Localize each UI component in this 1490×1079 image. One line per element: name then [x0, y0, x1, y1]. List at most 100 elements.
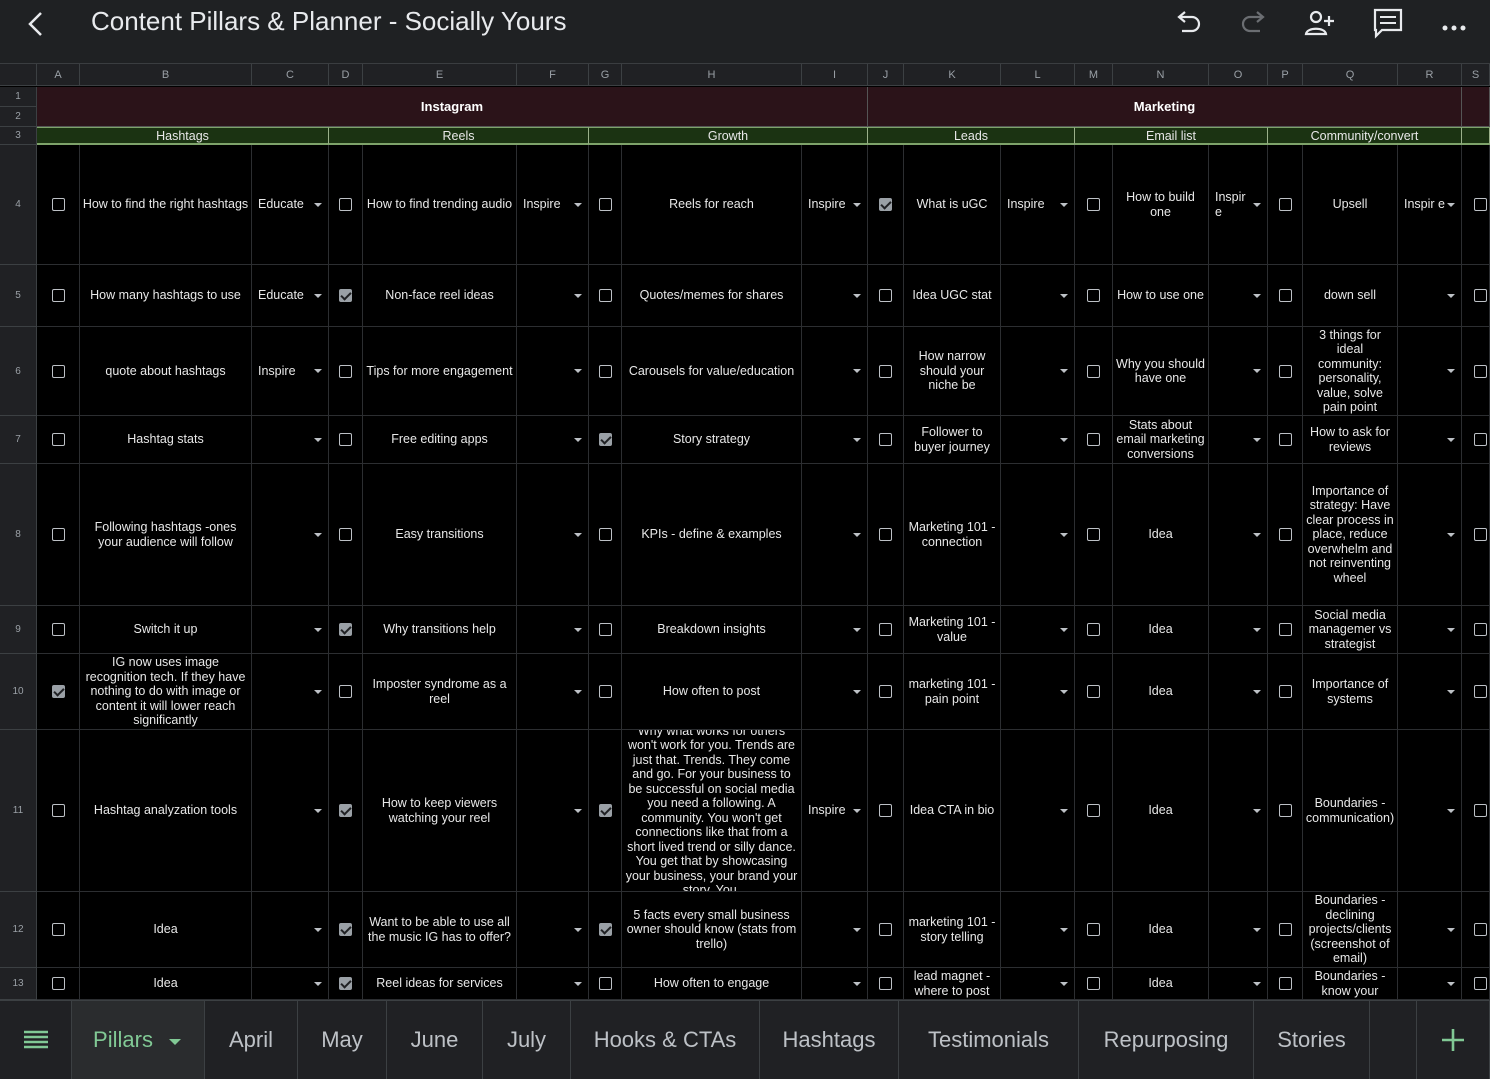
row-header[interactable]: 6 [0, 327, 37, 416]
checkbox[interactable] [598, 433, 612, 446]
checkbox[interactable] [879, 433, 892, 446]
checkbox[interactable] [879, 364, 892, 378]
idea-cell[interactable]: Reel ideas for services [363, 968, 517, 1000]
checkbox[interactable] [1278, 198, 1292, 211]
type-dropdown[interactable] [1398, 654, 1462, 730]
add-person-icon[interactable] [1302, 6, 1338, 40]
type-dropdown[interactable] [517, 416, 589, 464]
idea-cell[interactable]: How often to post [622, 654, 802, 730]
idea-cell[interactable]: Carousels for value/education [622, 327, 802, 416]
checkbox[interactable] [1087, 685, 1100, 698]
all-sheets-menu-icon[interactable] [0, 1001, 72, 1079]
idea-cell[interactable]: Upsell [1303, 145, 1398, 265]
type-dropdown[interactable] [252, 730, 329, 892]
undo-icon[interactable] [1170, 6, 1206, 40]
sheet-tab[interactable]: Repurposing [1079, 1001, 1254, 1079]
row-header[interactable]: 12 [0, 892, 37, 968]
comment-icon[interactable] [1370, 6, 1406, 40]
type-dropdown[interactable] [1001, 654, 1075, 730]
idea-cell[interactable]: How to build one [1113, 145, 1209, 265]
row-header[interactable]: 2 [0, 107, 37, 127]
idea-cell[interactable]: How to use one [1113, 265, 1209, 327]
type-dropdown[interactable]: Educate [252, 145, 329, 265]
checkbox[interactable] [1087, 804, 1100, 817]
idea-cell[interactable]: marketing 101 - story telling [904, 892, 1001, 968]
idea-cell[interactable]: Idea CTA in bio [904, 730, 1001, 892]
sheet-tab[interactable]: Pillars [72, 1001, 205, 1079]
type-dropdown[interactable] [802, 892, 868, 968]
type-dropdown[interactable] [517, 968, 589, 1000]
checkbox[interactable] [1278, 804, 1292, 817]
more-icon[interactable] [1436, 6, 1472, 40]
idea-cell[interactable]: IG now uses image recognition tech. If t… [80, 654, 252, 730]
checkbox[interactable] [598, 804, 612, 817]
idea-cell[interactable]: lead magnet - where to post [904, 968, 1001, 1000]
column-header[interactable]: J [868, 64, 904, 86]
column-header[interactable]: Q [1303, 64, 1398, 86]
checkbox[interactable] [1087, 364, 1100, 378]
idea-cell[interactable]: Story strategy [622, 416, 802, 464]
type-dropdown[interactable]: Inspire [517, 145, 589, 265]
checkbox[interactable] [598, 685, 612, 698]
sheet-tab[interactable]: June [387, 1001, 483, 1079]
column-header[interactable]: P [1268, 64, 1303, 86]
row-header[interactable]: 5 [0, 265, 37, 327]
checkbox[interactable] [598, 364, 612, 378]
idea-cell[interactable]: Idea [80, 892, 252, 968]
idea-cell[interactable]: How to find the right hashtags [80, 145, 252, 265]
idea-cell[interactable]: Marketing 101 - value [904, 606, 1001, 654]
checkbox[interactable] [1278, 289, 1292, 302]
checkbox[interactable] [598, 977, 612, 990]
type-dropdown[interactable] [1209, 892, 1268, 968]
type-dropdown[interactable] [517, 327, 589, 416]
idea-cell[interactable]: Idea [1113, 892, 1209, 968]
add-sheet-button[interactable] [1416, 1001, 1490, 1079]
idea-cell[interactable]: down sell [1303, 265, 1398, 327]
type-dropdown[interactable] [1001, 327, 1075, 416]
sheet-tab[interactable]: Hashtags [760, 1001, 899, 1079]
type-dropdown[interactable] [252, 416, 329, 464]
column-header[interactable]: C [252, 64, 329, 86]
type-dropdown[interactable]: Inspir e [1209, 145, 1268, 265]
idea-cell[interactable]: Follower to buyer journey [904, 416, 1001, 464]
checkbox[interactable] [1474, 923, 1487, 936]
type-dropdown[interactable] [1209, 606, 1268, 654]
type-dropdown[interactable] [1398, 968, 1462, 1000]
idea-cell[interactable]: What is uGC [904, 145, 1001, 265]
type-dropdown[interactable]: Inspire [802, 730, 868, 892]
idea-cell[interactable]: Importance of systems [1303, 654, 1398, 730]
type-dropdown[interactable] [1001, 730, 1075, 892]
idea-cell[interactable]: Hashtag analyzation tools [80, 730, 252, 892]
idea-cell[interactable]: quote about hashtags [80, 327, 252, 416]
checkbox[interactable] [339, 198, 352, 211]
idea-cell[interactable]: Idea [1113, 464, 1209, 606]
checkbox[interactable] [1087, 198, 1100, 211]
checkbox[interactable] [598, 923, 612, 936]
checkbox[interactable] [1087, 977, 1100, 990]
column-header[interactable]: F [517, 64, 589, 86]
checkbox[interactable] [1474, 977, 1487, 990]
idea-cell[interactable]: Breakdown insights [622, 606, 802, 654]
column-header[interactable]: K [904, 64, 1001, 86]
row-header[interactable]: 8 [0, 464, 37, 606]
idea-cell[interactable]: Idea [80, 968, 252, 1000]
checkbox[interactable] [51, 528, 65, 541]
idea-cell[interactable]: Idea [1113, 654, 1209, 730]
idea-cell[interactable]: Idea UGC stat [904, 265, 1001, 327]
type-dropdown[interactable] [1001, 416, 1075, 464]
checkbox[interactable] [1474, 685, 1487, 698]
checkbox[interactable] [1278, 364, 1292, 378]
checkbox[interactable] [879, 977, 892, 990]
type-dropdown[interactable] [1209, 654, 1268, 730]
idea-cell[interactable]: Boundaries - know your [1303, 968, 1398, 1000]
checkbox[interactable] [1474, 623, 1487, 636]
type-dropdown[interactable] [517, 730, 589, 892]
column-header[interactable]: O [1209, 64, 1268, 86]
idea-cell[interactable]: Importance of strategy: Have clear proce… [1303, 464, 1398, 606]
idea-cell[interactable]: Idea [1113, 730, 1209, 892]
checkbox[interactable] [339, 804, 352, 817]
checkbox[interactable] [339, 623, 352, 636]
column-header[interactable]: L [1001, 64, 1075, 86]
type-dropdown[interactable] [1209, 464, 1268, 606]
checkbox[interactable] [879, 923, 892, 936]
